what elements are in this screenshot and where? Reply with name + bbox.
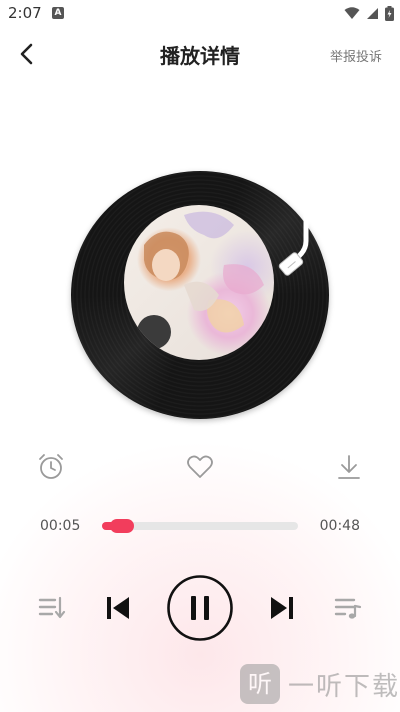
cover-badge: [137, 315, 171, 349]
notification-icon: A: [52, 7, 64, 19]
progress-slider[interactable]: [102, 519, 298, 533]
playlist-icon[interactable]: [38, 594, 66, 622]
system-icons: [344, 5, 394, 21]
status-time: 2:07: [8, 4, 42, 22]
watermark-logo-mark: 听: [240, 664, 280, 704]
current-time: 00:05: [40, 518, 81, 534]
status-bar: 2:07 A: [0, 0, 400, 26]
total-time: 00:48: [319, 518, 360, 534]
album-cover: [124, 205, 274, 360]
header: 播放详情 举报投诉: [0, 26, 400, 82]
report-button[interactable]: 举报投诉: [330, 46, 382, 65]
skip-next-icon[interactable]: [268, 594, 296, 622]
signal-icon: [367, 7, 378, 19]
watermark-logo: 听 一听下载: [240, 664, 400, 704]
download-icon[interactable]: [334, 452, 364, 482]
progress-row: 00:05 00:48: [0, 512, 400, 540]
playback-controls: [0, 570, 400, 646]
progress-thumb[interactable]: [109, 519, 134, 533]
alarm-clock-icon[interactable]: [36, 452, 66, 482]
heart-icon[interactable]: [185, 452, 215, 482]
skip-previous-icon[interactable]: [104, 594, 132, 622]
wifi-icon: [344, 6, 360, 19]
action-row: [0, 450, 400, 486]
music-list-icon[interactable]: [334, 594, 362, 622]
pause-icon[interactable]: [166, 574, 234, 642]
watermark-text: 一听下载: [288, 671, 400, 702]
battery-icon: [385, 5, 394, 21]
tonearm: [278, 191, 309, 276]
